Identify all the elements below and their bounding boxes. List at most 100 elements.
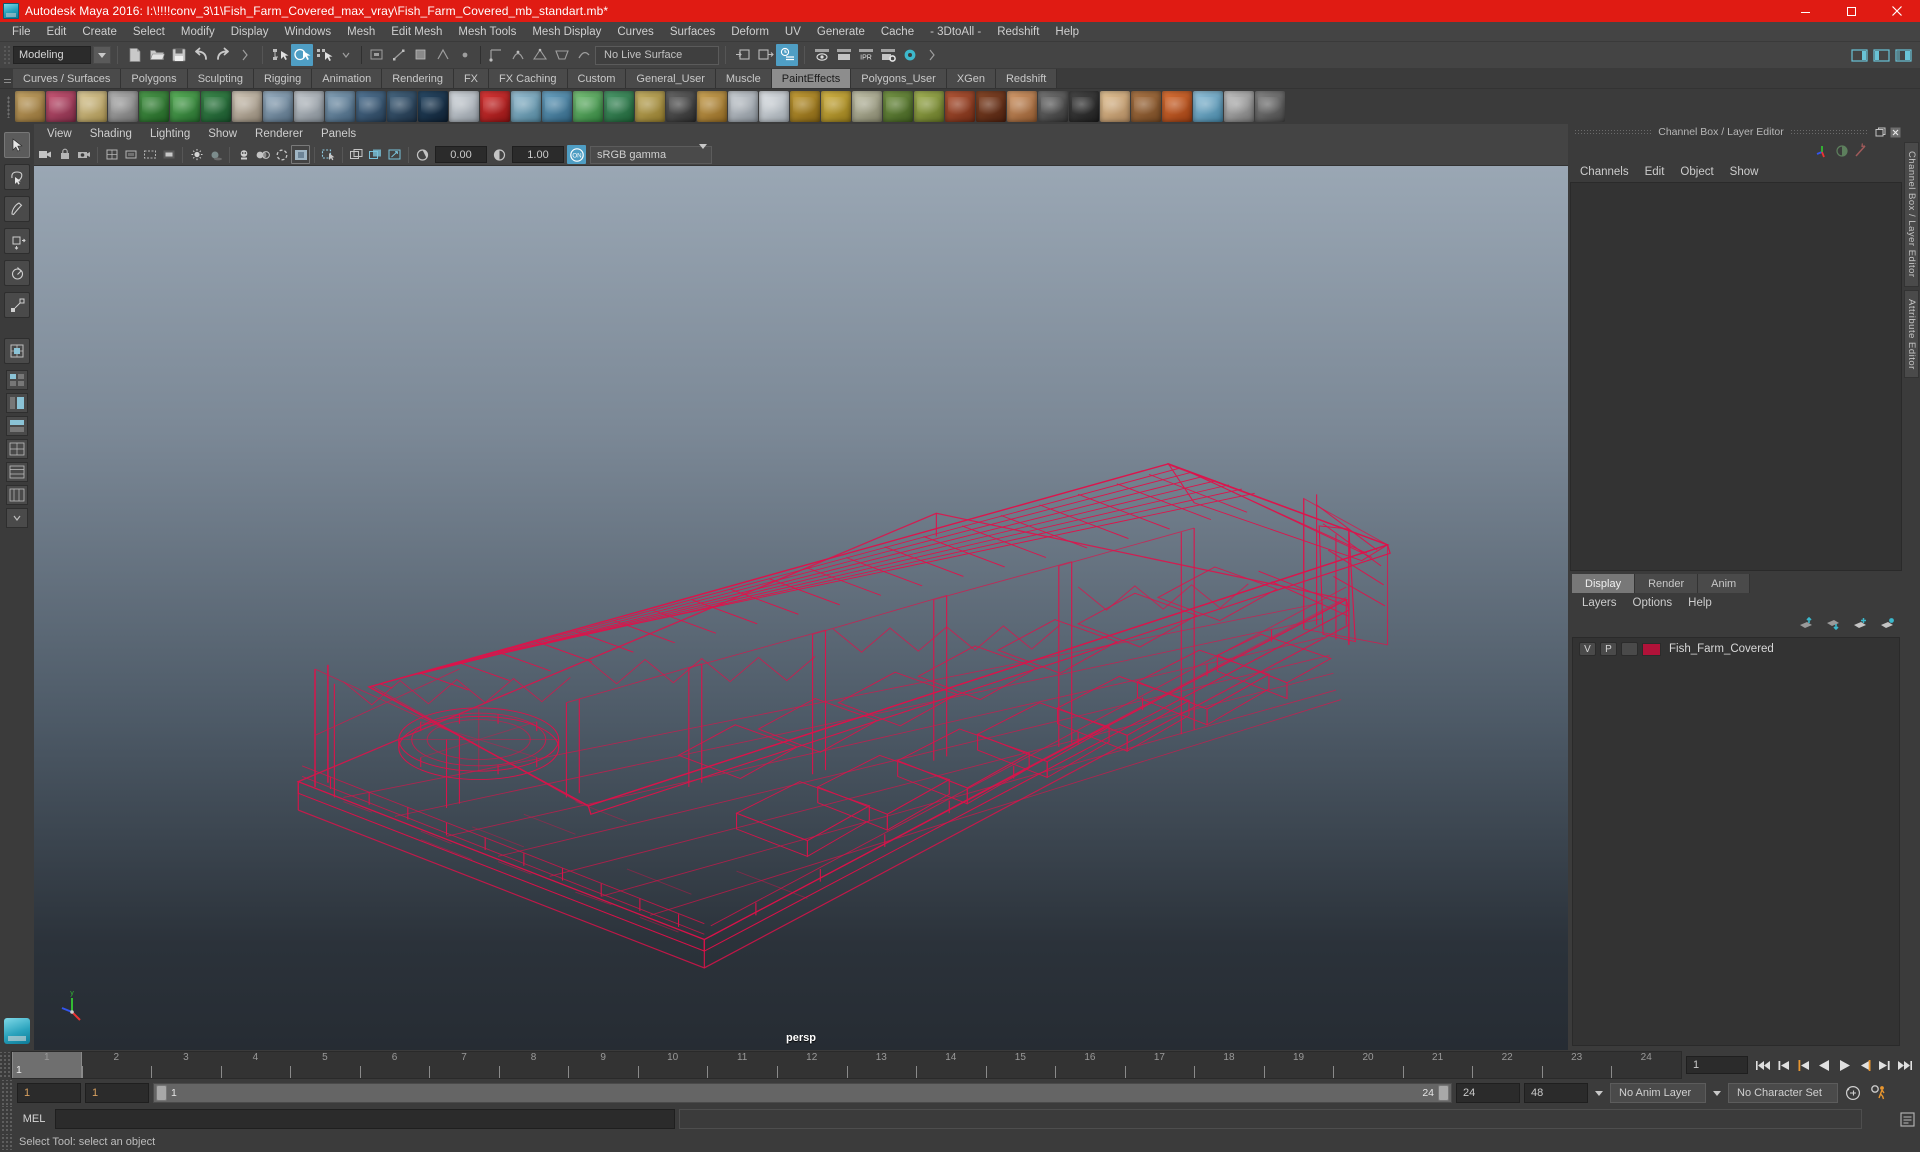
component-mask-uv-icon[interactable] (432, 44, 454, 66)
range-slider-grip[interactable] (2, 1080, 13, 1106)
layer-name-label[interactable]: Fish_Farm_Covered (1669, 643, 1774, 655)
view-selected-icon[interactable] (385, 145, 404, 164)
tool-move[interactable] (4, 228, 30, 254)
new-layer-from-selected-icon[interactable] (1877, 615, 1896, 634)
menu-modify[interactable]: Modify (173, 22, 223, 42)
snap-to-grid-button[interactable] (485, 44, 507, 66)
shelf-icon-13[interactable] (387, 91, 417, 122)
component-mask-edge-icon[interactable] (388, 44, 410, 66)
modeling-toolkit-toggle-icon[interactable] (1851, 142, 1870, 161)
shelf-icon-15[interactable] (449, 91, 479, 122)
color-management-select[interactable]: sRGB gamma (590, 143, 712, 164)
range-slider-bar[interactable]: 1 24 (153, 1083, 1452, 1103)
minimize-button[interactable] (1782, 0, 1828, 22)
range-start-handle[interactable] (156, 1085, 167, 1101)
menu-curves[interactable]: Curves (609, 22, 661, 42)
exposure-field[interactable]: 0.00 (435, 146, 487, 163)
shelf-tab-polygons-user[interactable]: Polygons_User (851, 69, 947, 88)
texture-toggle-icon[interactable] (291, 145, 310, 164)
tool-scale[interactable] (4, 292, 30, 318)
menu-set-dropdown-arrow[interactable] (93, 46, 111, 64)
anim-layer-select[interactable]: No Anim Layer (1610, 1083, 1706, 1103)
xray-toggle-icon[interactable] (234, 145, 253, 164)
3d-viewport[interactable]: persp y (34, 166, 1568, 1050)
snap-to-plane-button[interactable] (551, 44, 573, 66)
shelf-icon-29[interactable] (883, 91, 913, 122)
current-frame-field[interactable]: 1 (1686, 1056, 1748, 1074)
channel-menu-object[interactable]: Object (1672, 166, 1721, 178)
menu-select[interactable]: Select (125, 22, 173, 42)
tab-render-layers[interactable]: Render (1635, 574, 1699, 593)
layer-shading-toggle[interactable] (1621, 642, 1638, 656)
shelf-icon-28[interactable] (852, 91, 882, 122)
status-line-expand-2[interactable] (335, 44, 357, 66)
shelf-tab-animation[interactable]: Animation (312, 69, 383, 88)
gate-mask-icon[interactable] (159, 145, 178, 164)
component-mask-point-icon[interactable] (366, 44, 388, 66)
menu-create[interactable]: Create (74, 22, 125, 42)
shelf-tab-general-user[interactable]: General_User (626, 69, 716, 88)
shelf-icon-27[interactable] (821, 91, 851, 122)
shelf-icon-5[interactable] (139, 91, 169, 122)
display-layer-list[interactable]: V P Fish_Farm_Covered (1572, 637, 1900, 1046)
layout-four-view[interactable] (6, 370, 28, 390)
menu-help[interactable]: Help (1047, 22, 1087, 42)
save-scene-button[interactable] (168, 44, 190, 66)
shelf-tab-polygons[interactable]: Polygons (121, 69, 188, 88)
go-to-start-icon[interactable] (1754, 1054, 1774, 1076)
layout-persp-graph[interactable] (6, 416, 28, 436)
smooth-shade-toggle-icon[interactable] (272, 145, 291, 164)
animation-end-field[interactable]: 48 (1524, 1083, 1588, 1103)
shelf-icon-20[interactable] (604, 91, 634, 122)
shelf-icon-19[interactable] (573, 91, 603, 122)
auto-keyframe-icon[interactable] (1842, 1082, 1864, 1104)
viewport-menu-panels[interactable]: Panels (312, 124, 365, 144)
channel-menu-channels[interactable]: Channels (1572, 166, 1637, 178)
dock-tab-channel-box[interactable]: Channel Box / Layer Editor (1904, 142, 1919, 287)
layout-three-pane[interactable] (6, 485, 28, 505)
status-line-grip[interactable] (2, 44, 11, 66)
shelf-icon-12[interactable] (356, 91, 386, 122)
play-backwards-icon[interactable] (1814, 1054, 1834, 1076)
shelf-icon-21[interactable] (635, 91, 665, 122)
character-set-dropdown-arrow[interactable] (1710, 1090, 1724, 1096)
move-layer-up-icon[interactable] (1796, 615, 1815, 634)
layout-more-options[interactable] (6, 508, 28, 528)
shelf-icon-18[interactable] (542, 91, 572, 122)
viewport-menu-view[interactable]: View (38, 124, 81, 144)
shelf-icon-34[interactable] (1038, 91, 1068, 122)
script-editor-icon[interactable] (1896, 1107, 1920, 1131)
mel-command-input[interactable] (55, 1109, 675, 1129)
construction-history-button[interactable] (776, 44, 798, 66)
status-line-expand-3[interactable] (921, 44, 943, 66)
shelf-tab-fx-caching[interactable]: FX Caching (489, 69, 568, 88)
shelf-tab-painteffects[interactable]: PaintEffects (771, 69, 852, 88)
menu-mesh-display[interactable]: Mesh Display (524, 22, 609, 42)
shelf-icon-37[interactable] (1131, 91, 1161, 122)
snap-to-view-button[interactable] (573, 44, 595, 66)
shelf-icon-24[interactable] (728, 91, 758, 122)
tool-lasso-select[interactable] (4, 164, 30, 190)
anim-layer-dropdown-arrow[interactable] (1592, 1090, 1606, 1096)
help-line-grip[interactable] (2, 1134, 13, 1150)
range-start-field[interactable]: 1 (85, 1083, 149, 1103)
film-gate-icon[interactable] (121, 145, 140, 164)
go-to-end-icon[interactable] (1894, 1054, 1914, 1076)
lock-camera-icon[interactable] (55, 145, 74, 164)
close-button[interactable] (1874, 0, 1920, 22)
layer-menu-options[interactable]: Options (1625, 597, 1681, 609)
undock-panel-button[interactable] (1874, 126, 1887, 138)
undo-button[interactable] (190, 44, 212, 66)
shelf-icon-14[interactable] (418, 91, 448, 122)
render-settings-button[interactable] (877, 44, 899, 66)
render-current-frame-button[interactable] (811, 44, 833, 66)
menu-cache[interactable]: Cache (873, 22, 922, 42)
status-line-expand-1[interactable] (234, 44, 256, 66)
viewport-menu-lighting[interactable]: Lighting (141, 124, 199, 144)
character-set-select[interactable]: No Character Set (1728, 1083, 1838, 1103)
toggle-attribute-editor-button[interactable] (1848, 44, 1870, 66)
shelf-tab-muscle[interactable]: Muscle (715, 69, 772, 88)
light-toggle-icon[interactable] (187, 145, 206, 164)
animation-start-field[interactable]: 1 (17, 1083, 81, 1103)
shelf-tab-rendering[interactable]: Rendering (382, 69, 454, 88)
